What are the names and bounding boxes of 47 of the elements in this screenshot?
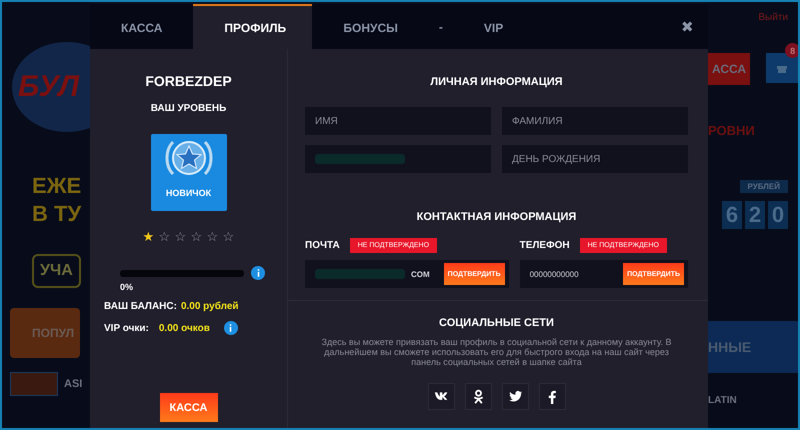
social-button[interactable]: [502, 383, 528, 410]
vip-points-label: VIP очки:: [104, 322, 149, 334]
input-field[interactable]: ДЕНЬ РОЖДЕНИЯ: [502, 145, 688, 173]
level-name: НОВИЧОК: [166, 188, 212, 198]
jackpot-digit: 6: [722, 201, 742, 229]
game-label: ASI: [64, 378, 82, 390]
notification-badge: 8: [785, 43, 798, 58]
section-heading: ЛИЧНАЯ ИНФОРМАЦИЯ: [430, 76, 563, 88]
star-rating: ★ ☆ ☆ ☆ ☆ ☆: [142, 229, 234, 244]
tab[interactable]: ПРОФИЛЬ: [193, 4, 312, 49]
input-field[interactable]: [305, 145, 491, 173]
promo-text: В ТУ: [32, 200, 82, 228]
logo-text: БУЛ: [18, 70, 80, 104]
cashier-button[interactable]: КАССА: [160, 393, 218, 422]
tab[interactable]: VIP: [452, 4, 534, 49]
info-icon[interactable]: [251, 266, 265, 280]
description-text: Здесь вы можете привязать ваш профиль в социальной сети к данному аккаунту. В дальнейшем вы сможете использовать его для быстрого входа на наш сайт через панель социальных сетей в шапке сайта: [320, 337, 672, 367]
balance-label: ВАШ БАЛАНС:: [104, 301, 177, 312]
field-label: ТЕЛЕФОН: [520, 240, 570, 251]
vip-points-value: 0.00 очков: [158, 322, 210, 334]
social-button[interactable]: [464, 383, 492, 410]
field-value: 00000000000: [530, 270, 579, 278]
balance-value: 0.00 рублей: [180, 301, 239, 312]
jackpot-digit: 0: [768, 201, 788, 229]
info-icon[interactable]: [224, 321, 238, 335]
join-button[interactable]: УЧА: [32, 254, 81, 288]
level-heading: ВАШ УРОВЕНЬ: [150, 103, 226, 114]
progress-percent: 0%: [120, 282, 134, 292]
currency-label: РУБЛЕЙ: [740, 180, 788, 193]
section-heading: КОНТАКТНАЯ ИНФОРМАЦИЯ: [416, 211, 576, 223]
levels-heading: РОВНИ: [708, 123, 755, 138]
social-button[interactable]: [538, 383, 566, 410]
promo-text: ЕЖЕ: [32, 172, 82, 200]
tab-separator: -: [438, 20, 444, 34]
tab[interactable]: БОНУСЫ: [312, 4, 429, 49]
social-button[interactable]: [428, 383, 454, 410]
game-label: LATIN: [708, 395, 737, 406]
bird-icon: [508, 389, 522, 404]
field-label: ПОЧТА: [305, 240, 340, 251]
input-field[interactable]: ИМЯ: [305, 107, 491, 135]
input-field[interactable]: ФАМИЛИЯ: [502, 107, 688, 135]
field-value: COM: [411, 270, 430, 278]
section-heading: СОЦИАЛЬНЫЕ СЕТИ: [439, 317, 554, 329]
tab[interactable]: КАССА: [90, 4, 194, 49]
jackpot-digit: 2: [745, 201, 765, 229]
username: FORBEZDEP: [145, 73, 232, 89]
close-button[interactable]: ✖: [667, 4, 708, 49]
